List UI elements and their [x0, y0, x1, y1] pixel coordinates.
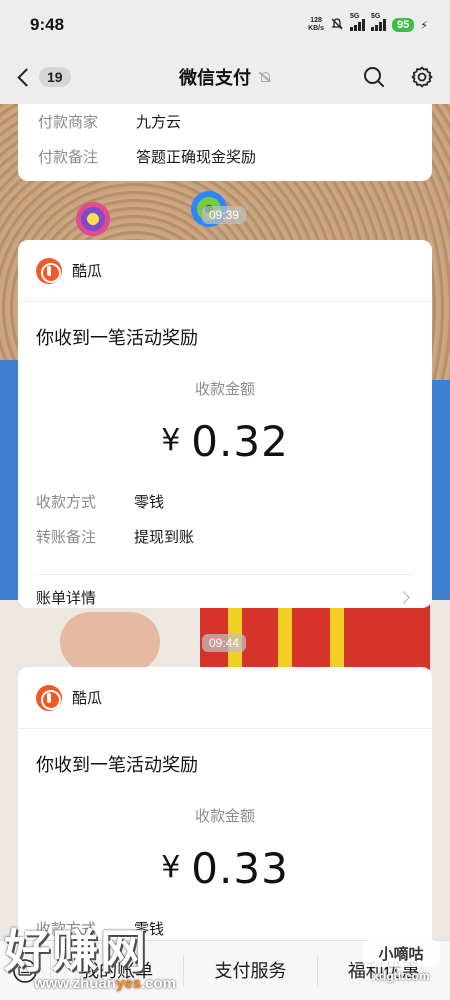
keyboard-toggle-button[interactable]	[0, 958, 50, 984]
flower-decoration	[70, 196, 116, 242]
background-stripe	[278, 600, 292, 670]
bell-muted-icon	[259, 71, 271, 83]
message-timestamp: 09:44	[202, 634, 247, 652]
settings-button[interactable]	[410, 65, 434, 89]
nav-actions	[362, 65, 434, 89]
background-stripe	[330, 600, 344, 670]
network-speed-unit: KB/s	[308, 25, 325, 32]
currency-symbol: ¥	[161, 850, 182, 885]
bill-details-label: 账单详情	[36, 590, 97, 607]
amount-number: 0.33	[191, 844, 289, 893]
amount-value: ¥0.33	[18, 844, 432, 893]
detail-value: 零钱	[134, 494, 165, 511]
unread-count-badge: 19	[39, 67, 71, 87]
notification-title: 你收到一笔活动奖励	[36, 755, 198, 775]
amount-number: 0.32	[191, 417, 289, 466]
merchant-header: 酷瓜	[18, 240, 432, 302]
signal-strength-icon-2: 5G	[371, 13, 387, 31]
currency-symbol: ¥	[161, 423, 182, 458]
message-timestamp: 09:39	[202, 206, 247, 224]
detail-label: 收款方式	[36, 921, 97, 938]
detail-value: 提现到账	[134, 529, 195, 546]
signal-strength-icon: 5G	[350, 13, 366, 31]
detail-label: 转账备注	[36, 529, 97, 546]
payment-notification-card[interactable]: 酷瓜 你收到一笔活动奖励 收款金额 ¥0.33 收款方式 零钱	[18, 667, 432, 967]
menu-payment-services[interactable]: 支付服务	[183, 955, 316, 986]
status-bar: 9:48 128 KB/s 5G 5G 95 ⚡	[0, 0, 450, 50]
menu-benefits[interactable]: 福利优惠	[316, 955, 450, 986]
status-indicators: 128 KB/s 5G 5G 95 ⚡	[308, 13, 428, 34]
charging-icon: ⚡	[420, 19, 428, 32]
gear-icon	[411, 66, 433, 88]
detail-row: 付款商家 九方云	[38, 104, 412, 139]
merchant-name: 酷瓜	[72, 263, 103, 280]
merchant-header: 酷瓜	[18, 667, 432, 729]
mute-notification-icon	[330, 17, 344, 34]
background-hand	[60, 612, 160, 672]
search-icon	[364, 67, 384, 87]
signal-network-type-2: 5G	[371, 13, 381, 20]
menu-my-bills[interactable]: 我的账单	[50, 955, 183, 986]
back-button[interactable]: 19	[16, 67, 71, 87]
detail-row: 付款备注 答题正确现金奖励	[38, 139, 412, 174]
network-speed: 128 KB/s	[308, 17, 324, 33]
chevron-right-icon	[397, 591, 410, 604]
back-arrow-icon	[17, 67, 36, 87]
amount-value: ¥0.32	[18, 417, 432, 466]
detail-label: 付款备注	[38, 149, 99, 166]
merchant-name: 酷瓜	[72, 690, 103, 707]
amount-label: 收款金额	[194, 808, 255, 825]
amount-label: 收款金额	[194, 381, 255, 398]
previous-payment-card[interactable]: 付款商家 九方云 付款备注 答题正确现金奖励	[18, 104, 432, 181]
search-button[interactable]	[362, 65, 386, 89]
page-title: 微信支付	[179, 68, 251, 88]
merchant-logo-icon	[36, 684, 62, 711]
nav-bar: 19 微信支付	[0, 50, 450, 104]
detail-label: 付款商家	[38, 114, 99, 131]
keyboard-icon	[13, 958, 37, 983]
network-speed-value: 128	[310, 17, 322, 24]
merchant-logo-icon	[36, 257, 62, 284]
status-time: 9:48	[30, 15, 65, 34]
signal-network-type: 5G	[350, 13, 360, 20]
battery-indicator: 95	[392, 18, 415, 32]
detail-row: 收款方式 零钱	[36, 484, 414, 519]
bill-details-link[interactable]: 账单详情	[36, 574, 414, 608]
notification-title: 你收到一笔活动奖励	[36, 328, 198, 348]
detail-value: 零钱	[134, 921, 165, 938]
detail-value: 答题正确现金奖励	[136, 149, 257, 166]
detail-row: 转账备注 提现到账	[36, 519, 414, 554]
detail-value: 九方云	[136, 114, 182, 131]
detail-label: 收款方式	[36, 494, 97, 511]
payment-notification-card[interactable]: 酷瓜 你收到一笔活动奖励 收款金额 ¥0.32 收款方式 零钱 转账备注 提现到…	[18, 240, 432, 608]
detail-rows: 收款方式 零钱 转账备注 提现到账	[18, 484, 432, 554]
bottom-menu: 我的账单 支付服务 福利优惠	[0, 940, 450, 1000]
